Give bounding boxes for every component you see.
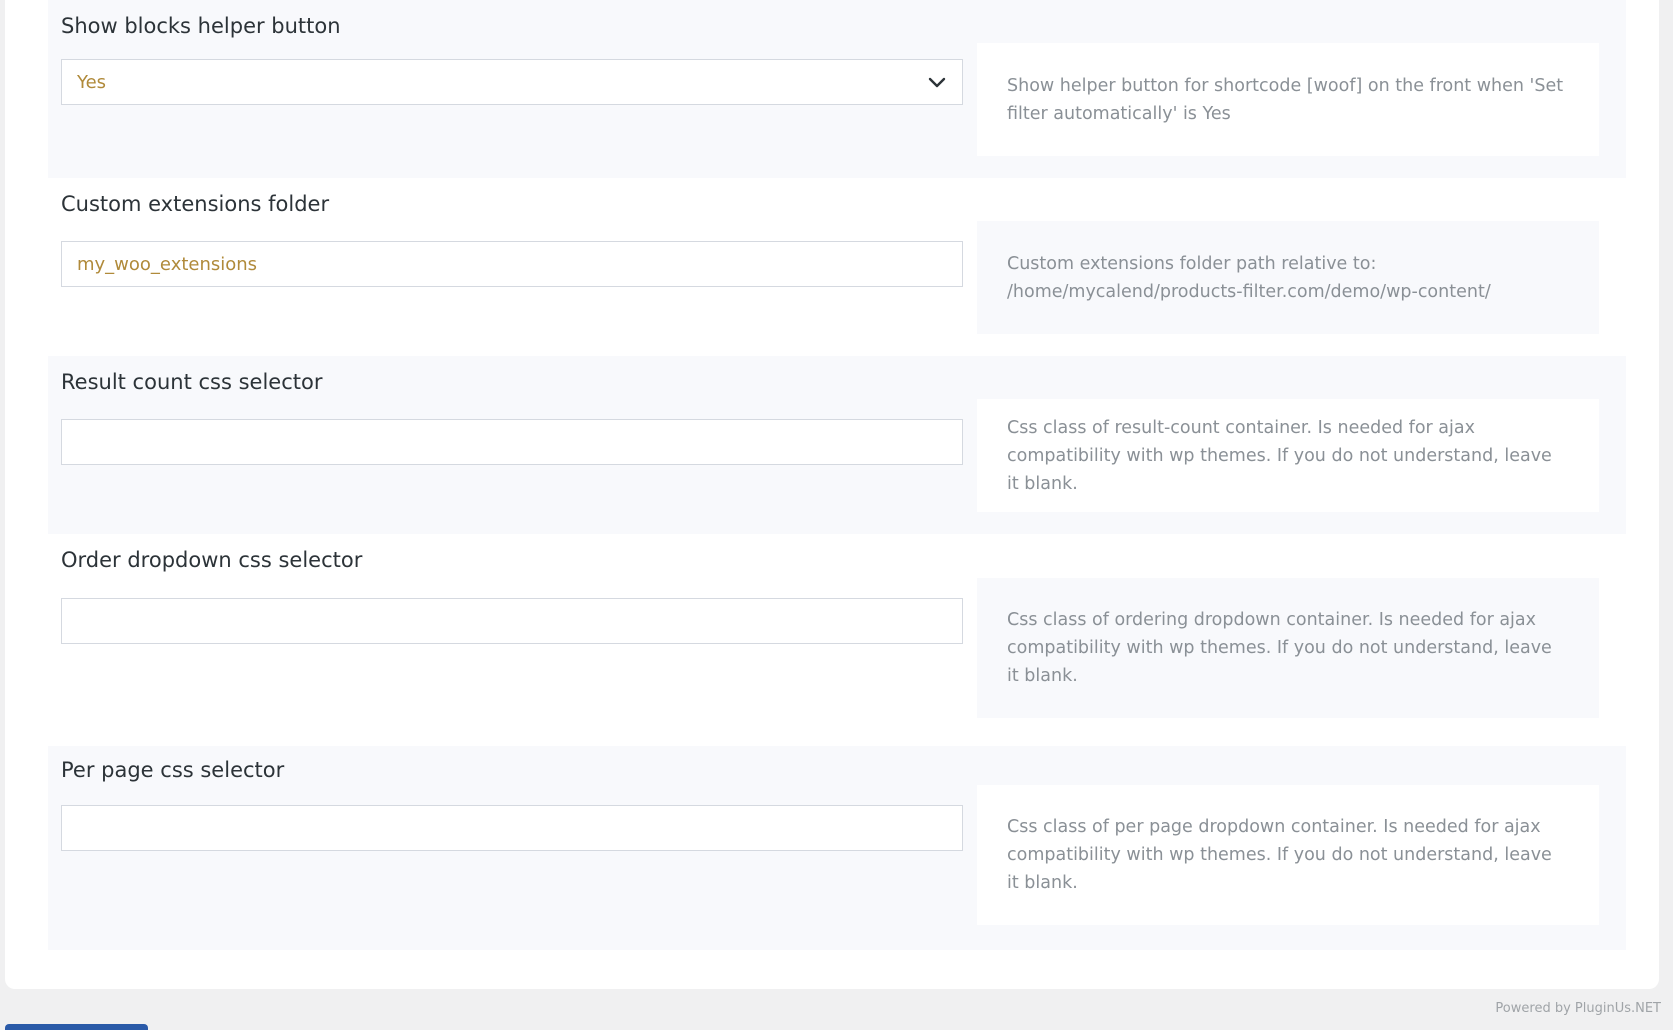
setting-description: Css class of per page dropdown container… xyxy=(977,785,1599,925)
setting-row-extensions-folder: Custom extensions folder Custom extensio… xyxy=(48,178,1626,356)
save-button-edge[interactable] xyxy=(5,1024,148,1030)
description-text: Css class of ordering dropdown container… xyxy=(1007,610,1552,686)
setting-label: Show blocks helper button xyxy=(61,14,341,38)
setting-description: Css class of ordering dropdown container… xyxy=(977,578,1599,718)
setting-description: Css class of result-count container. Is … xyxy=(977,399,1599,512)
description-text: Css class of result-count container. Is … xyxy=(1007,417,1552,494)
setting-label: Order dropdown css selector xyxy=(61,548,363,572)
order-dropdown-selector-input[interactable] xyxy=(61,598,963,644)
per-page-selector-input[interactable] xyxy=(61,805,963,851)
setting-label: Result count css selector xyxy=(61,370,323,394)
setting-row-per-page: Per page css selector Css class of per p… xyxy=(48,746,1626,950)
blocks-helper-select[interactable]: Yes xyxy=(61,59,963,105)
setting-label: Custom extensions folder xyxy=(61,192,330,216)
description-text: Show helper button for shortcode [woof] … xyxy=(1007,75,1564,124)
settings-panel: Show blocks helper button Yes Show helpe… xyxy=(5,0,1659,989)
setting-description: Custom extensions folder path relative t… xyxy=(977,221,1599,334)
extensions-folder-input[interactable] xyxy=(61,241,963,287)
description-text: Css class of per page dropdown container… xyxy=(1007,817,1552,893)
powered-by-link[interactable]: Powered by PluginUs.NET xyxy=(1495,1001,1661,1016)
setting-row-result-count: Result count css selector Css class of r… xyxy=(48,356,1626,534)
select-value: Yes xyxy=(77,71,107,93)
setting-row-order-dropdown: Order dropdown css selector Css class of… xyxy=(48,534,1626,746)
description-text: Custom extensions folder path relative t… xyxy=(1007,253,1491,302)
chevron-down-icon xyxy=(928,77,946,88)
setting-row-blocks-helper: Show blocks helper button Yes Show helpe… xyxy=(48,0,1626,178)
setting-description: Show helper button for shortcode [woof] … xyxy=(977,43,1599,156)
setting-label: Per page css selector xyxy=(61,758,285,782)
result-count-selector-input[interactable] xyxy=(61,419,963,465)
